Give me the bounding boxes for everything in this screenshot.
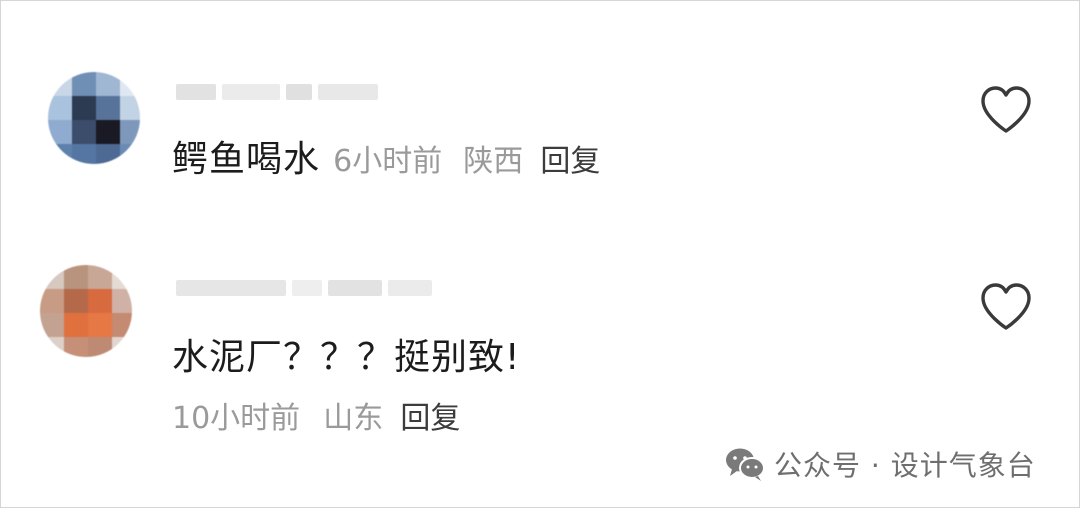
watermark-text: 公众号 · 设计气象台 xyxy=(774,449,1036,482)
wechat-icon xyxy=(726,448,765,481)
avatar[interactable] xyxy=(40,265,132,357)
comment-text: 水泥厂？？？挺别致! xyxy=(172,337,521,378)
comment-location: 陕西 xyxy=(463,144,524,179)
reply-button[interactable]: 回复 xyxy=(540,144,600,179)
username[interactable] xyxy=(176,76,378,108)
watermark: 公众号 · 设计气象台 xyxy=(724,444,1036,484)
reply-button[interactable]: 回复 xyxy=(400,401,460,436)
comment-time: 6小时前 xyxy=(333,144,443,179)
avatar[interactable] xyxy=(48,72,140,164)
comment-panel xyxy=(0,0,1080,508)
comment-time: 10小时前 xyxy=(172,401,301,436)
heart-outline-icon[interactable] xyxy=(979,282,1033,332)
comment-text: 鳄鱼喝水 xyxy=(172,139,321,180)
comment-location: 山东 xyxy=(323,401,384,436)
username[interactable] xyxy=(176,272,432,304)
heart-outline-icon[interactable] xyxy=(979,85,1033,135)
